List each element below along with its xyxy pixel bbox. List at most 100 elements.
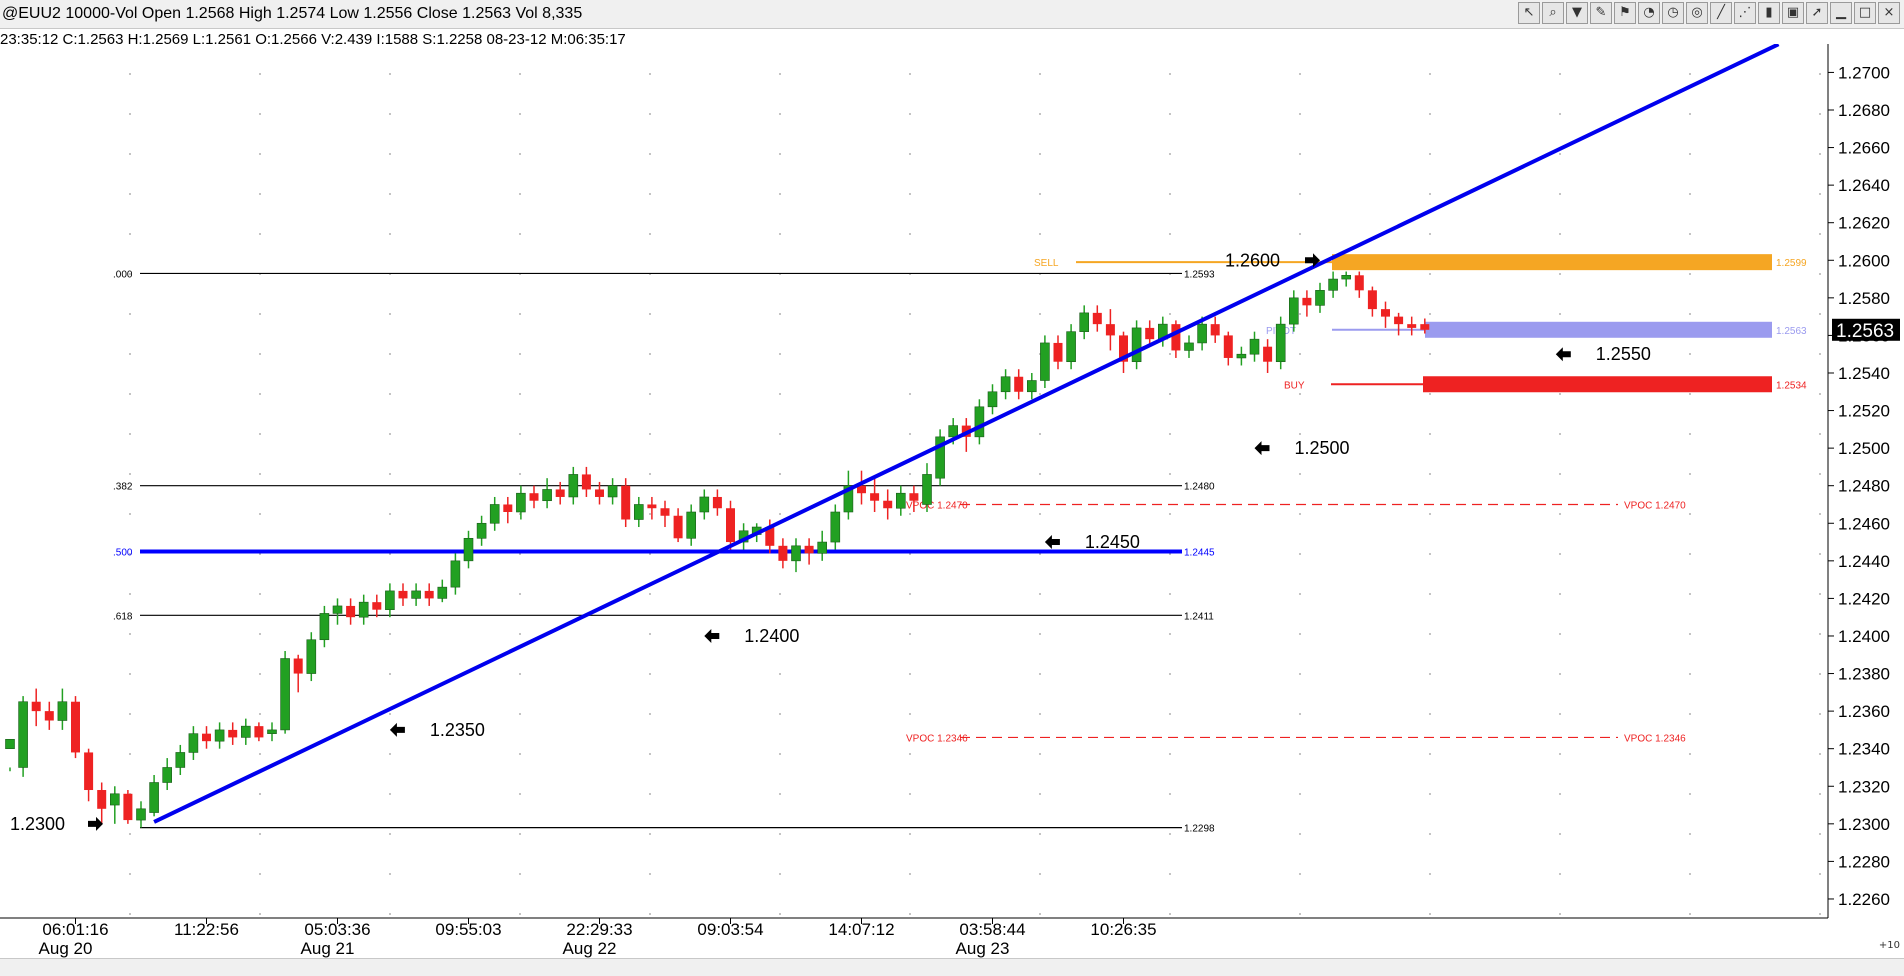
candle-body[interactable] (1079, 312, 1089, 332)
candle-body[interactable] (922, 474, 932, 505)
flag-icon[interactable]: ⚑ (1614, 2, 1636, 24)
candle-body[interactable] (529, 493, 539, 501)
zone-band[interactable] (1423, 376, 1772, 393)
candle-body[interactable] (503, 504, 513, 512)
candle-body[interactable] (830, 511, 841, 543)
line-tool-icon[interactable]: ╱ (1710, 2, 1732, 24)
candle-body[interactable] (581, 474, 591, 490)
candle-body[interactable] (1289, 297, 1299, 325)
candle-body[interactable] (817, 541, 828, 554)
candle-body[interactable] (778, 545, 788, 561)
candle-body[interactable] (214, 729, 225, 742)
candle-body[interactable] (555, 489, 565, 497)
price-chart[interactable]: .000 1.2593 .382 1.2480 .500 1.2445 .618 1.2411… (0, 44, 1904, 958)
candle-body[interactable] (71, 701, 80, 753)
candle-body[interactable] (595, 489, 604, 497)
candle-body[interactable] (1381, 309, 1390, 317)
candle-body[interactable] (476, 522, 487, 539)
maximize-icon[interactable]: □ (1854, 2, 1876, 24)
candle-body[interactable] (726, 508, 735, 543)
bars-icon[interactable]: ▮ (1758, 2, 1780, 24)
candle-body[interactable] (450, 560, 461, 588)
candle-body[interactable] (542, 489, 552, 502)
candle-body[interactable] (385, 590, 395, 610)
candle-body[interactable] (437, 586, 448, 599)
candle-body[interactable] (1171, 324, 1181, 351)
pointer-icon[interactable]: ↖ (1518, 2, 1540, 24)
candle-body[interactable] (162, 767, 172, 783)
trash-icon[interactable]: ▣ (1782, 2, 1804, 24)
candle-body[interactable] (1263, 346, 1273, 362)
candle-body[interactable] (516, 492, 526, 513)
candle-body[interactable] (1131, 327, 1142, 363)
candle-body[interactable] (607, 485, 618, 498)
candle-body[interactable] (1184, 342, 1194, 351)
fan-icon[interactable]: ⋰ (1734, 2, 1756, 24)
candle-body[interactable] (1249, 338, 1260, 355)
candle-body[interactable] (699, 496, 710, 513)
filter-icon[interactable]: ▼ (1566, 2, 1588, 24)
candle-body[interactable] (1367, 290, 1377, 310)
candle-body[interactable] (424, 590, 434, 599)
candle-body[interactable] (1354, 275, 1364, 291)
candle-body[interactable] (57, 701, 68, 721)
candle-body[interactable] (358, 601, 369, 618)
zone-band[interactable] (1425, 321, 1772, 338)
zoom-icon[interactable]: ⌕ (1542, 2, 1564, 24)
candle-body[interactable] (1145, 327, 1155, 340)
close-icon[interactable]: × (1878, 2, 1900, 24)
candle-body[interactable] (621, 485, 631, 520)
candle-body[interactable] (895, 492, 906, 509)
candle-body[interactable] (804, 545, 814, 554)
candle-body[interactable] (870, 493, 880, 501)
candle-body[interactable] (1315, 290, 1325, 306)
candle-body[interactable] (1275, 323, 1286, 363)
candle-body[interactable] (1407, 324, 1417, 328)
cursor-icon[interactable]: ➚ (1806, 2, 1828, 24)
candle-body[interactable] (372, 602, 382, 610)
candle-body[interactable] (883, 500, 893, 509)
gauge-icon[interactable]: ◔ (1638, 2, 1660, 24)
minimize-icon[interactable]: ▁ (1830, 2, 1852, 24)
candle-body[interactable] (712, 496, 722, 509)
candle-body[interactable] (1092, 312, 1102, 325)
candle-body[interactable] (84, 752, 94, 791)
candle-body[interactable] (332, 605, 343, 614)
clock-icon[interactable]: ◷ (1662, 2, 1684, 24)
candle-body[interactable] (1394, 316, 1404, 325)
candle-body[interactable] (149, 782, 159, 813)
target-icon[interactable]: ◎ (1686, 2, 1708, 24)
candle-body[interactable] (647, 504, 657, 509)
candle-body[interactable] (1223, 335, 1233, 358)
candle-body[interactable] (1328, 278, 1338, 291)
candle-body[interactable] (267, 729, 277, 734)
candle-body[interactable] (5, 738, 15, 749)
candle-body[interactable] (909, 493, 919, 501)
candle-body[interactable] (1236, 353, 1247, 359)
candle-body[interactable] (1053, 342, 1063, 362)
candle-body[interactable] (1105, 324, 1115, 336)
candle-body[interactable] (136, 808, 146, 821)
candle-body[interactable] (1197, 323, 1207, 344)
candle-body[interactable] (293, 658, 303, 674)
candle-body[interactable] (1014, 376, 1024, 392)
candle-body[interactable] (1420, 324, 1430, 330)
candle-body[interactable] (306, 639, 317, 674)
candle-body[interactable] (175, 752, 186, 768)
candle-body[interactable] (1341, 275, 1351, 280)
candle-body[interactable] (660, 508, 670, 516)
candle-body[interactable] (18, 701, 28, 768)
candle-body[interactable] (1210, 324, 1220, 336)
candle-body[interactable] (280, 658, 290, 731)
candle-body[interactable] (1027, 380, 1037, 393)
candle-body[interactable] (31, 701, 41, 712)
candle-body[interactable] (44, 711, 54, 721)
candle-body[interactable] (987, 391, 998, 408)
candle-body[interactable] (1066, 331, 1076, 363)
candle-body[interactable] (202, 733, 211, 742)
candle-body[interactable] (319, 613, 330, 641)
candle-body[interactable] (1040, 342, 1050, 381)
candle-body[interactable] (110, 793, 120, 806)
candle-body[interactable] (463, 537, 474, 562)
candle-body[interactable] (411, 590, 421, 599)
